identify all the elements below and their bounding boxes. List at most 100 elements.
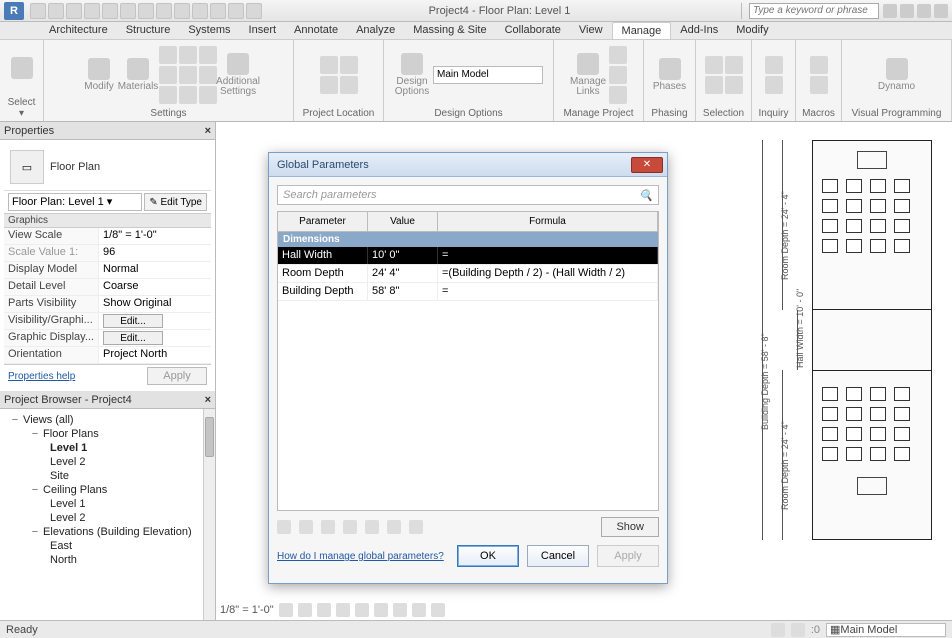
ribbon-tab-manage[interactable]: Manage: [612, 22, 672, 39]
property-value[interactable]: 1/8" = 1'-0": [99, 228, 211, 244]
view-scale-label[interactable]: 1/8" = 1'-0": [220, 604, 274, 616]
cancel-button[interactable]: Cancel: [527, 545, 589, 567]
tree-item[interactable]: Site: [4, 469, 211, 483]
modify-tool-button[interactable]: [4, 42, 40, 96]
constraints-icon[interactable]: [431, 603, 445, 617]
help-link[interactable]: How do I manage global parameters?: [277, 551, 444, 562]
selection-button[interactable]: [725, 56, 743, 74]
properties-apply-button[interactable]: Apply: [147, 367, 207, 385]
group-dimensions[interactable]: Dimensions: [278, 232, 658, 247]
ids-button[interactable]: [765, 56, 783, 74]
edit-icon[interactable]: [277, 520, 291, 534]
edit-button[interactable]: Edit...: [103, 314, 163, 328]
temp-hide-icon[interactable]: [393, 603, 407, 617]
starting-view-button[interactable]: [609, 86, 627, 104]
settings-small-button[interactable]: [179, 46, 197, 64]
edit-button[interactable]: Edit...: [103, 331, 163, 345]
ribbon-tab-collaborate[interactable]: Collaborate: [496, 22, 570, 39]
apply-button[interactable]: Apply: [597, 545, 659, 567]
detail-level-icon[interactable]: [279, 603, 293, 617]
ribbon-tab-view[interactable]: View: [570, 22, 612, 39]
param-value-cell[interactable]: 24' 4": [368, 265, 438, 282]
qat-button[interactable]: [174, 3, 190, 19]
qat-button[interactable]: [84, 3, 100, 19]
decal-button[interactable]: [609, 66, 627, 84]
settings-small-button[interactable]: [179, 86, 197, 104]
tree-expander[interactable]: −: [30, 526, 40, 538]
param-formula-cell[interactable]: =: [438, 247, 658, 264]
visual-style-icon[interactable]: [298, 603, 312, 617]
tree-item[interactable]: Level 1: [4, 497, 211, 511]
property-value[interactable]: Show Original: [99, 296, 211, 312]
qat-button[interactable]: [192, 3, 208, 19]
parameter-row[interactable]: Room Depth24' 4"=(Building Depth / 2) - …: [278, 265, 658, 283]
properties-help-link[interactable]: Properties help: [8, 371, 75, 382]
settings-small-button[interactable]: [199, 86, 217, 104]
tree-item[interactable]: Level 2: [4, 455, 211, 469]
modify-button[interactable]: Modify: [81, 48, 117, 102]
coordinates-button[interactable]: [340, 56, 358, 74]
param-formula-cell[interactable]: =(Building Depth / 2) - (Hall Width / 2): [438, 265, 658, 282]
qat-button[interactable]: [120, 3, 136, 19]
qat-button[interactable]: [48, 3, 64, 19]
selection-button[interactable]: [705, 76, 723, 94]
property-value[interactable]: Project North: [99, 347, 211, 363]
position-button[interactable]: [320, 76, 338, 94]
tree-item[interactable]: Level 2: [4, 511, 211, 525]
settings-small-button[interactable]: [199, 46, 217, 64]
infocenter-search-input[interactable]: [749, 3, 879, 19]
settings-small-button[interactable]: [199, 66, 217, 84]
param-name-cell[interactable]: Hall Width: [278, 247, 368, 264]
warnings-button[interactable]: [765, 76, 783, 94]
project-browser-header[interactable]: Project Browser - Project4 ×: [0, 391, 215, 409]
col-parameter[interactable]: Parameter: [278, 212, 368, 231]
property-row[interactable]: Display ModelNormal: [4, 262, 211, 279]
tree-item[interactable]: North: [4, 553, 211, 567]
parameter-search-input[interactable]: Search parameters 🔍: [277, 185, 659, 205]
show-crop-icon[interactable]: [374, 603, 388, 617]
dialog-title-bar[interactable]: Global Parameters ✕: [269, 153, 667, 177]
properties-group-header[interactable]: Graphics: [4, 213, 211, 228]
tree-expander[interactable]: −: [30, 484, 40, 496]
help-icon[interactable]: [934, 4, 948, 18]
qat-button[interactable]: [66, 3, 82, 19]
shadows-icon[interactable]: [336, 603, 350, 617]
tree-item[interactable]: − Elevations (Building Elevation): [4, 525, 211, 539]
property-value[interactable]: 96: [99, 245, 211, 261]
ribbon-tab-massing-site[interactable]: Massing & Site: [404, 22, 495, 39]
qat-button[interactable]: [210, 3, 226, 19]
phases-button[interactable]: Phases: [652, 48, 688, 102]
property-row[interactable]: Parts VisibilityShow Original: [4, 296, 211, 313]
tree-expander[interactable]: −: [10, 414, 20, 426]
property-row[interactable]: Detail LevelCoarse: [4, 279, 211, 296]
ribbon-tab-insert[interactable]: Insert: [240, 22, 286, 39]
close-icon[interactable]: ×: [205, 125, 211, 137]
design-option-combo[interactable]: Main Model: [433, 66, 543, 84]
search-icon[interactable]: [883, 4, 897, 18]
move-down-icon[interactable]: [365, 520, 379, 534]
parameter-row[interactable]: Hall Width10' 0"=: [278, 247, 658, 265]
param-name-cell[interactable]: Room Depth: [278, 265, 368, 282]
property-value[interactable]: Normal: [99, 262, 211, 278]
property-row[interactable]: OrientationProject North: [4, 347, 211, 364]
property-row[interactable]: Graphic Display...Edit...: [4, 330, 211, 347]
property-row[interactable]: View Scale1/8" = 1'-0": [4, 228, 211, 245]
location-button[interactable]: [320, 56, 338, 74]
param-formula-cell[interactable]: =: [438, 283, 658, 300]
exchange-icon[interactable]: [917, 4, 931, 18]
app-menu-button[interactable]: R: [4, 2, 24, 20]
manage-images-button[interactable]: [609, 46, 627, 64]
ok-button[interactable]: OK: [457, 545, 519, 567]
scrollbar[interactable]: [203, 409, 215, 620]
macro-manager-button[interactable]: [810, 56, 828, 74]
param-name-cell[interactable]: Building Depth: [278, 283, 368, 300]
crop-icon[interactable]: [355, 603, 369, 617]
parameter-row[interactable]: Building Depth58' 8"=: [278, 283, 658, 301]
show-button[interactable]: Show: [601, 517, 659, 537]
tree-item[interactable]: − Floor Plans: [4, 427, 211, 441]
selection-button[interactable]: [725, 76, 743, 94]
move-up-icon[interactable]: [343, 520, 357, 534]
close-button[interactable]: ✕: [631, 157, 663, 173]
settings-small-button[interactable]: [159, 86, 177, 104]
ribbon-tab-add-ins[interactable]: Add-Ins: [671, 22, 727, 39]
